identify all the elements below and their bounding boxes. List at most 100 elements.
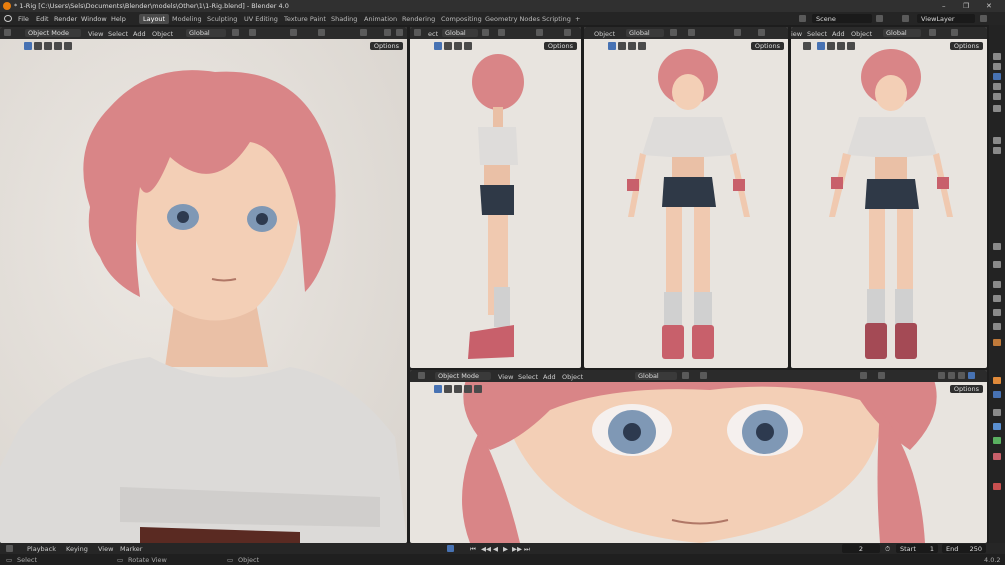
visibility-icon[interactable] [564,29,571,36]
select-mode-set-icon[interactable] [434,42,442,50]
visibility-icon[interactable] [758,29,765,36]
play-reverse-icon[interactable]: ◀ [493,545,498,553]
object-data-icon[interactable] [993,377,1001,384]
workspace-tab-texture-paint[interactable]: Texture Paint [280,14,330,24]
shading-rendered-icon[interactable] [968,372,975,379]
timeline-editor-icon[interactable] [6,545,13,552]
snap-icon[interactable] [498,29,505,36]
view-layer-field[interactable]: ViewLayer [917,14,975,23]
select-mode-extend-icon[interactable] [444,385,452,393]
menu-view[interactable]: View [498,373,513,381]
pivot-icon[interactable] [682,372,689,379]
pivot-icon[interactable] [482,29,489,36]
viewport-side-canvas[interactable] [410,27,581,368]
pivot-icon[interactable] [670,29,677,36]
blender-menu-icon[interactable] [4,15,12,22]
snap-icon[interactable] [688,29,695,36]
select-mode-extend-icon[interactable] [444,42,452,50]
workspace-tab-shading[interactable]: Shading [327,14,361,24]
view-layer-properties-icon[interactable] [993,73,1001,80]
workspace-tab-rendering[interactable]: Rendering [398,14,439,24]
record-icon[interactable] [447,545,454,552]
camera-icon[interactable] [993,137,1001,144]
menu-render[interactable]: Render [54,15,77,23]
pivot-icon[interactable] [929,29,936,36]
viewport-perspective-canvas[interactable] [791,27,987,368]
bone-icon[interactable] [993,423,1001,430]
output-properties-icon[interactable] [993,63,1001,70]
timeline-menu-keying[interactable]: Keying [66,545,88,553]
select-mode-extend-icon[interactable] [618,42,626,50]
menu-view[interactable]: iew [791,30,802,38]
render-properties-icon[interactable] [993,53,1001,60]
current-frame-field[interactable]: 2 [842,544,880,553]
select-mode-set-icon[interactable] [817,42,825,50]
view-layer-icon[interactable] [902,15,909,22]
menu-select[interactable]: Select [518,373,538,381]
next-keyframe-icon[interactable]: ▶▶ [512,545,522,553]
pivot-icon[interactable] [232,29,239,36]
viewport-front[interactable]: Object Global Options [584,27,788,368]
shading-material-icon[interactable] [958,372,965,379]
start-frame-field[interactable]: Start 1 [896,544,938,553]
close-icon[interactable]: ✕ [986,2,992,10]
viewport-side-editor-icon[interactable] [414,29,421,36]
options-dropdown[interactable]: Options [949,385,983,393]
select-mode-invert-icon[interactable] [847,42,855,50]
select-mode-intersect-icon[interactable] [474,385,482,393]
transform-orientation-dropdown[interactable]: Global [626,29,664,37]
workspace-tab-modeling[interactable]: Modeling [168,14,206,24]
snap-icon[interactable] [700,372,707,379]
editor-type-icon[interactable] [4,29,11,36]
menu-object[interactable]: Object [562,373,583,381]
proportional-edit-icon[interactable] [290,29,297,36]
wrench-icon[interactable] [993,261,1001,268]
material-icon[interactable] [993,391,1001,398]
particles-icon[interactable] [993,309,1001,316]
select-mode-intersect-icon[interactable] [64,42,72,50]
shading-material-icon[interactable] [396,29,403,36]
timeline-menu-view[interactable]: View [98,545,113,553]
menu-add[interactable]: Add [543,373,556,381]
add-workspace-icon[interactable]: + [571,14,584,24]
workspace-tab-animation[interactable]: Animation [360,14,401,24]
select-mode-invert-icon[interactable] [54,42,62,50]
workspace-tab-scripting[interactable]: Scripting [538,14,575,24]
workspace-tab-uv-editing[interactable]: UV Editing [240,14,282,24]
minimize-icon[interactable]: – [942,2,946,10]
select-mode-invert-icon[interactable] [464,385,472,393]
object-properties-icon[interactable] [993,281,1001,288]
viewport-closeup[interactable]: Object Mode View Select Add Object Globa… [410,370,987,543]
snap-icon[interactable] [951,29,958,36]
prev-keyframe-icon[interactable]: ◀◀ [481,545,491,553]
menu-add[interactable]: Add [832,30,845,38]
data-icon[interactable] [993,437,1001,444]
physics-icon[interactable] [993,323,1001,330]
snap-icon[interactable] [249,29,256,36]
menu-window[interactable]: Window [81,15,107,23]
viewport-perspective[interactable]: iew Select Add Object Global Options [791,27,987,368]
mode-dropdown[interactable]: Object Mode [435,372,491,380]
menu-select[interactable]: Select [807,30,827,38]
menu-file[interactable]: File [18,15,29,23]
select-mode-subtract-icon[interactable] [628,42,636,50]
select-mode-subtract-icon[interactable] [454,385,462,393]
select-mode-set-icon[interactable] [434,385,442,393]
end-frame-field[interactable]: End 250 [942,544,986,553]
transform-orientation-dropdown[interactable]: Global [635,372,677,380]
modifier-icon[interactable] [993,295,1001,302]
viewport-closeup-canvas[interactable] [410,370,987,543]
select-mode-subtract-icon[interactable] [44,42,52,50]
timeline-menu-playback[interactable]: Playback [27,545,56,553]
viewport-main-canvas[interactable] [0,27,407,543]
select-mode-set-icon[interactable] [24,42,32,50]
visibility-icon[interactable] [860,372,867,379]
select-mode-extend-icon[interactable] [827,42,835,50]
gizmo-icon[interactable] [360,29,367,36]
stopwatch-icon[interactable]: ⏱ [885,545,890,554]
shading-solid-icon[interactable] [384,29,391,36]
view-layer-new-icon[interactable] [980,15,987,22]
menu-add[interactable]: Add [133,30,146,38]
camera-icon-2[interactable] [993,147,1001,154]
select-mode-invert-icon[interactable] [638,42,646,50]
